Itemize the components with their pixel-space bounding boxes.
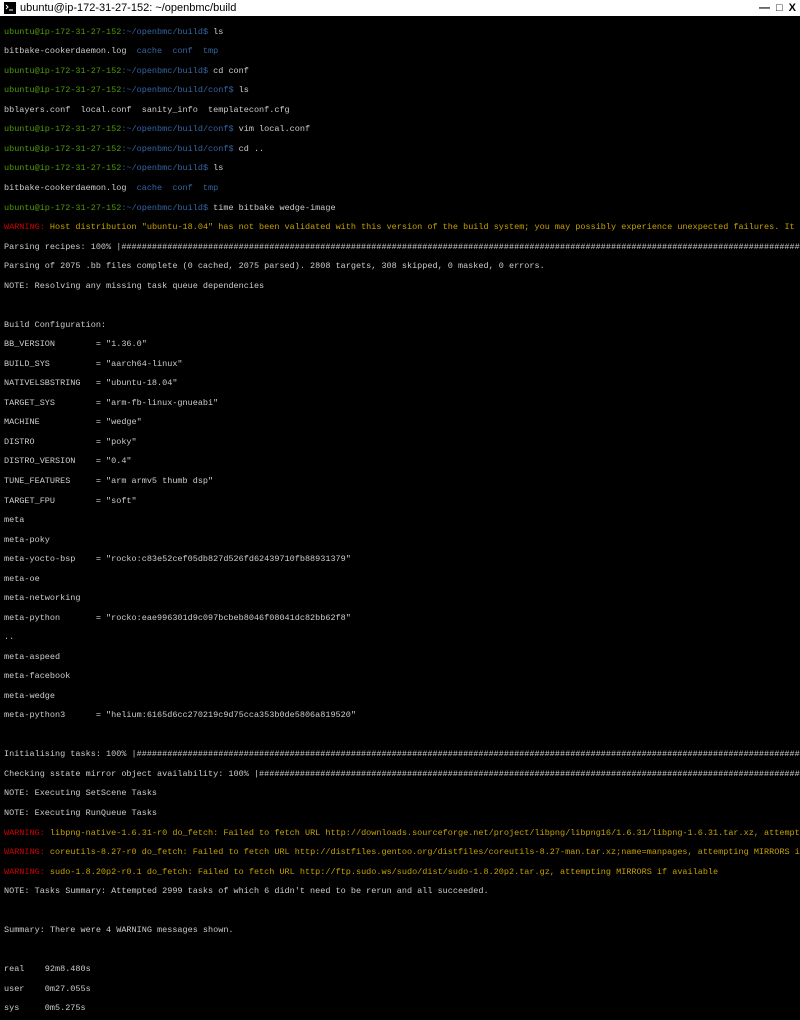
terminal-output[interactable]: ubuntu@ip-172-31-27-152:~/openbmc/build$…	[0, 16, 800, 1020]
close-button[interactable]: X	[789, 2, 796, 15]
minimize-button[interactable]: —	[759, 2, 770, 15]
window-titlebar: ubuntu@ip-172-31-27-152: ~/openbmc/build…	[0, 0, 800, 16]
window-title: ubuntu@ip-172-31-27-152: ~/openbmc/build	[20, 2, 236, 15]
maximize-button[interactable]: □	[776, 2, 783, 15]
terminal-icon	[4, 2, 16, 14]
